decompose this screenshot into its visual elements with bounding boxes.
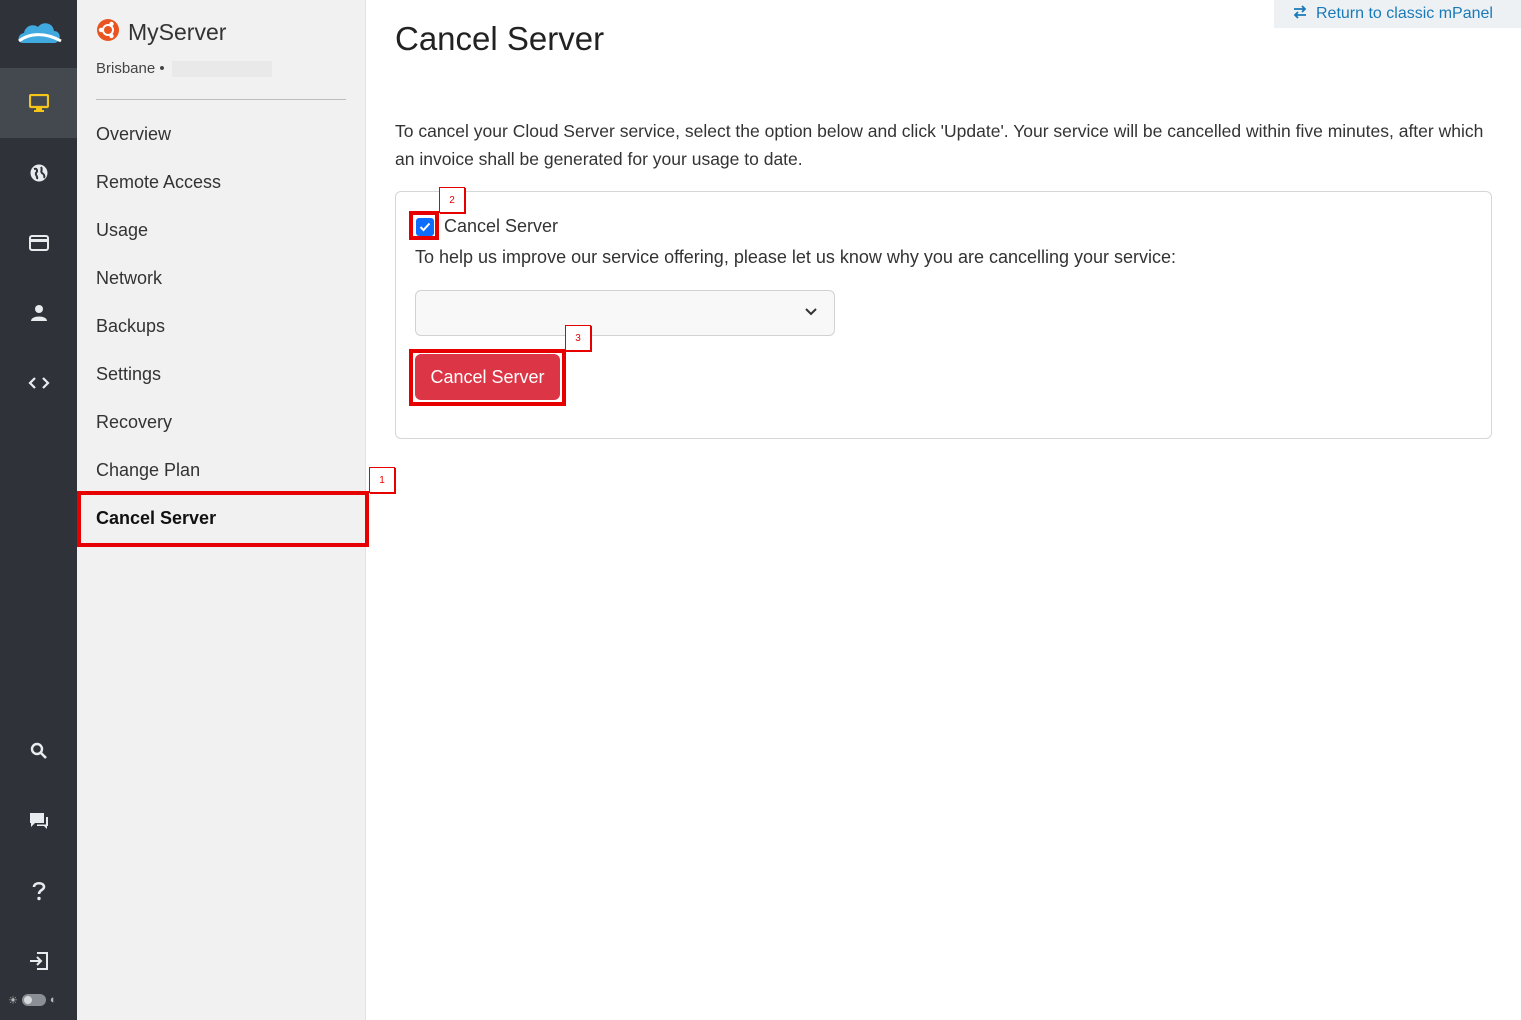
nav-item-overview[interactable]: Overview: [77, 110, 366, 158]
annotation-box-2: [409, 211, 439, 240]
server-header: MyServer: [96, 18, 226, 47]
divider: [96, 99, 346, 100]
chat-icon[interactable]: [0, 786, 77, 856]
main-content: Return to classic mPanel Cancel Server T…: [366, 0, 1521, 1020]
icon-rail: ☀ ◐: [0, 0, 77, 1020]
globe-icon[interactable]: [0, 138, 77, 208]
sun-icon: ☀: [8, 994, 18, 1007]
reason-select[interactable]: [415, 290, 835, 336]
return-classic-label: Return to classic mPanel: [1316, 5, 1493, 22]
moon-icon: ◐: [49, 994, 57, 1006]
reason-help-text: To help us improve our service offering,…: [415, 247, 1177, 267]
ubuntu-logo-icon: [96, 18, 120, 47]
server-location: Brisbane •: [96, 60, 272, 77]
chevron-down-icon: [805, 308, 817, 316]
nav-item-usage[interactable]: Usage: [77, 206, 366, 254]
server-name: MyServer: [128, 19, 227, 45]
page-title: Cancel Server: [395, 20, 605, 57]
swap-arrows-icon: [1292, 4, 1308, 24]
nav-item-network[interactable]: Network: [77, 254, 366, 302]
nav-item-remote-access[interactable]: Remote Access: [77, 158, 366, 206]
nav-item-backups[interactable]: Backups: [77, 302, 366, 350]
annotation-box-3: [409, 349, 566, 406]
code-icon[interactable]: [0, 348, 77, 418]
user-icon[interactable]: [0, 278, 77, 348]
help-icon[interactable]: [0, 856, 77, 926]
nav-item-recovery[interactable]: Recovery: [77, 398, 366, 446]
nav-item-settings[interactable]: Settings: [77, 350, 366, 398]
theme-toggle[interactable]: ☀ ◐: [8, 992, 70, 1008]
intro-text: To cancel your Cloud Server service, sel…: [395, 121, 1484, 169]
return-classic-link[interactable]: Return to classic mPanel: [1274, 0, 1521, 28]
annotation-tag-2: 2: [439, 187, 465, 213]
credit-card-icon[interactable]: [0, 208, 77, 278]
annotation-tag-1: 1: [369, 467, 395, 493]
annotation-box-1: [77, 491, 369, 547]
toggle-track: [21, 994, 46, 1006]
annotation-tag-3: 3: [565, 325, 591, 351]
nav-item-change-plan[interactable]: Change Plan: [77, 446, 366, 494]
redacted-ip: [171, 60, 272, 77]
logout-icon[interactable]: [0, 926, 77, 996]
cancel-checkbox-label: Cancel Server: [444, 216, 559, 236]
monitor-icon[interactable]: [0, 68, 77, 138]
search-icon[interactable]: [0, 716, 77, 786]
server-location-text: Brisbane •: [96, 60, 165, 77]
cloud-logo-icon[interactable]: [0, 0, 77, 68]
